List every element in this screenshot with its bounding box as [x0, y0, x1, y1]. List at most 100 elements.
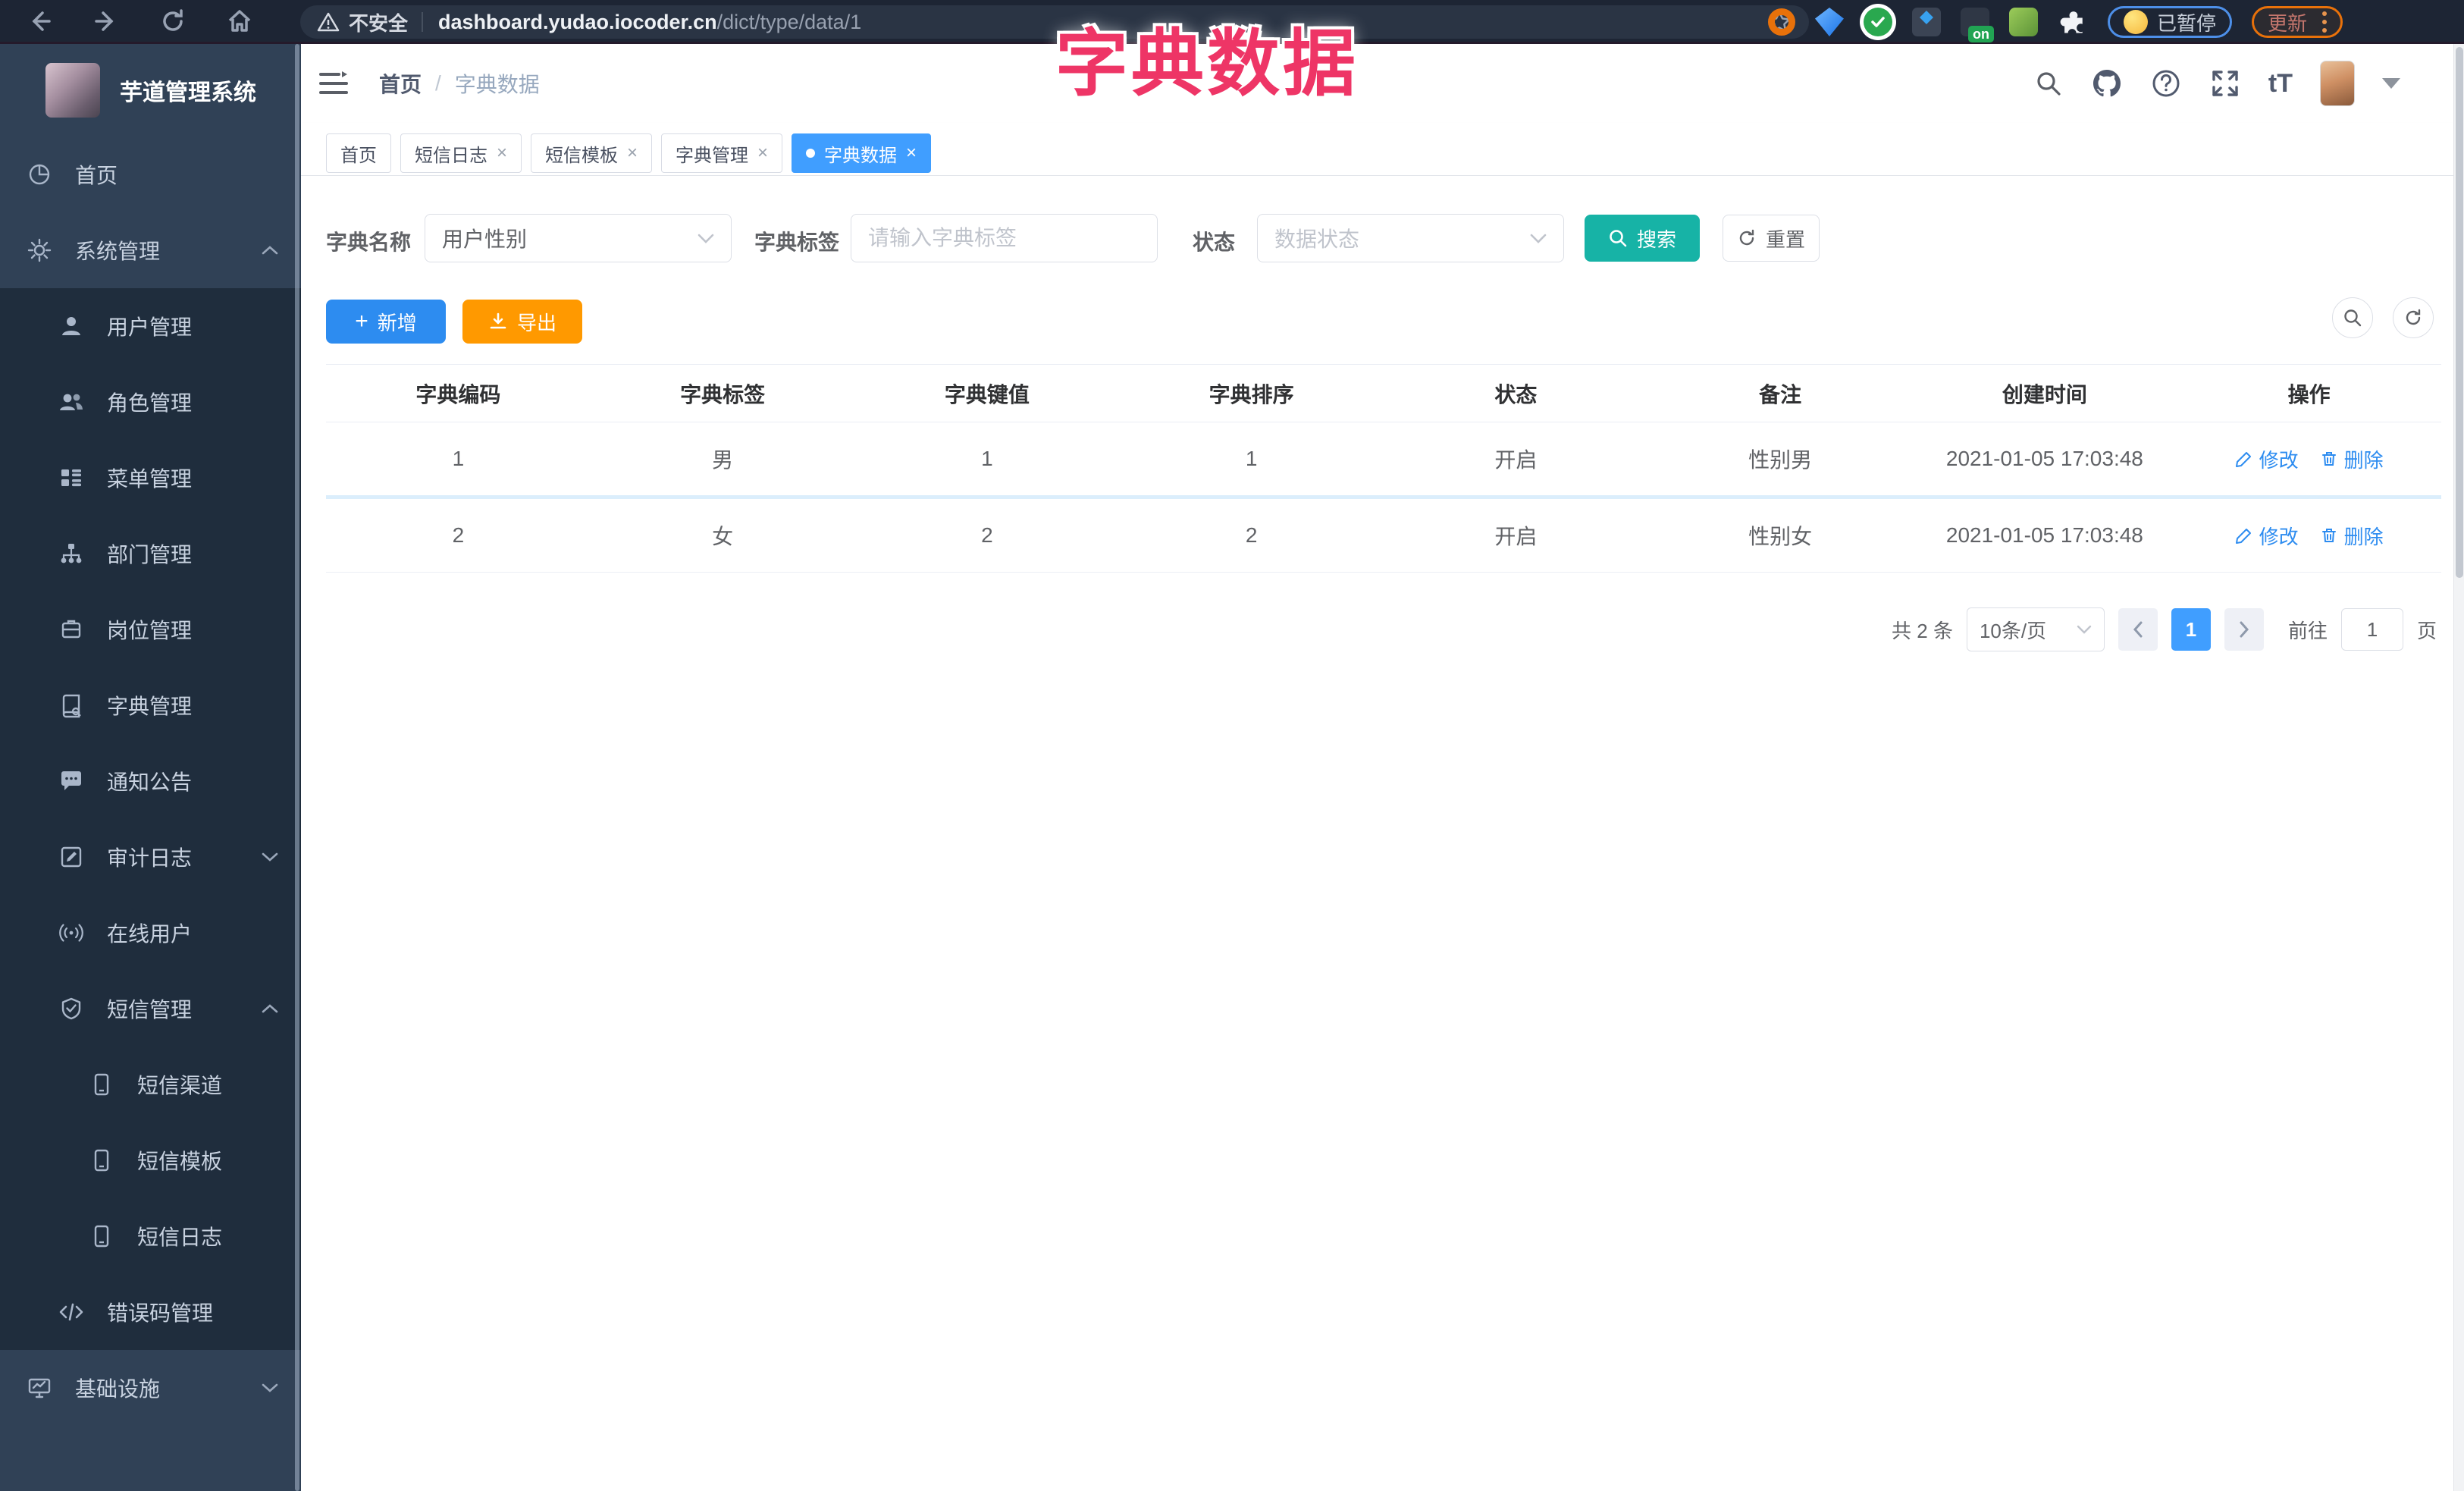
sidebar-item-audit-log[interactable]: 审计日志	[0, 819, 301, 895]
sidebar-item-sms-mgmt[interactable]: 短信管理	[0, 971, 301, 1047]
sidebar-item-sms-template[interactable]: 短信模板	[0, 1122, 301, 1198]
delete-link[interactable]: 删除	[2320, 445, 2384, 473]
breadcrumb: 首页 / 字典数据	[379, 44, 540, 123]
sidebar-item-sms-log[interactable]: 短信日志	[0, 1198, 301, 1274]
caret-down-icon[interactable]	[2382, 78, 2400, 89]
code-icon	[57, 1299, 86, 1325]
sidebar-item-post-mgmt[interactable]: 岗位管理	[0, 592, 301, 667]
dict-tag-input[interactable]	[851, 214, 1158, 262]
edit-link[interactable]: 修改	[2235, 445, 2299, 473]
scrollbar-thumb[interactable]	[2456, 47, 2463, 578]
sidebar-item-system[interactable]: 系统管理	[0, 212, 301, 288]
breadcrumb-home[interactable]: 首页	[379, 68, 422, 99]
sidebar-item-error-code[interactable]: 错误码管理	[0, 1274, 301, 1350]
status-select[interactable]: 数据状态	[1257, 214, 1564, 262]
audit-log-icon	[57, 844, 86, 870]
tab-dict-mgmt[interactable]: 字典管理 ×	[661, 133, 783, 173]
tags-view-bar: 首页 短信日志 × 短信模板 × 字典管理 × 字典数据 ×	[301, 123, 2453, 176]
edit-link[interactable]: 修改	[2235, 522, 2299, 550]
column-header: 字典标签	[680, 382, 766, 406]
refresh-icon	[1737, 228, 1757, 248]
sidebar-item-label: 部门管理	[107, 543, 193, 567]
update-label: 更新	[2267, 11, 2307, 35]
sidebar-item-notice[interactable]: 通知公告	[0, 743, 301, 819]
font-size-icon[interactable]: tT	[2268, 69, 2293, 99]
extension-icon[interactable]	[1767, 8, 1795, 36]
cell-dict-value: 1	[981, 447, 993, 470]
page-scrollbar[interactable]	[2453, 44, 2464, 1491]
extension-icon[interactable]	[1814, 8, 1844, 36]
column-header: 字典编码	[415, 382, 501, 406]
tab-home[interactable]: 首页	[326, 133, 391, 173]
add-button-label: 新增	[377, 311, 417, 334]
sidebar-item-label: 岗位管理	[107, 619, 193, 642]
cell-operations: 修改 删除	[2177, 522, 2441, 550]
toggle-search-button[interactable]	[2332, 297, 2373, 338]
app: 不安全 dashboard.yudao.iocoder.cn/dict/type…	[0, 0, 2464, 1491]
extension-icon[interactable]	[2008, 8, 2038, 36]
home-icon[interactable]	[226, 8, 253, 35]
close-icon[interactable]: ×	[627, 143, 638, 164]
close-icon[interactable]: ×	[497, 143, 507, 164]
page-1-button[interactable]: 1	[2171, 608, 2211, 651]
cell-remark: 性别男	[1748, 448, 1813, 472]
omnibox[interactable]: 不安全 dashboard.yudao.iocoder.cn/dict/type…	[300, 5, 1809, 39]
dict-name-select[interactable]: 用户性别	[425, 214, 732, 262]
dictionary-icon	[57, 692, 86, 718]
next-page-button[interactable]	[2224, 608, 2264, 651]
security-label[interactable]: 不安全	[349, 8, 408, 36]
infra-monitor-icon	[25, 1375, 54, 1401]
hamburger-icon[interactable]	[317, 68, 350, 99]
sidebar-item-dept-mgmt[interactable]: 部门管理	[0, 516, 301, 592]
sidebar-item-online-users[interactable]: 在线用户	[0, 895, 301, 971]
phone-icon	[87, 1147, 116, 1173]
help-icon[interactable]	[2150, 67, 2182, 99]
delete-link[interactable]: 删除	[2320, 522, 2384, 550]
close-icon[interactable]: ×	[757, 143, 768, 164]
edit-label: 修改	[2259, 448, 2299, 472]
sidebar-item-menu-mgmt[interactable]: 菜单管理	[0, 440, 301, 516]
extension-icon[interactable]	[1911, 8, 1941, 36]
user-icon	[57, 313, 86, 339]
column-header: 备注	[1759, 382, 1802, 406]
search-icon[interactable]	[2033, 68, 2064, 99]
sidebar-item-infrastructure[interactable]: 基础设施	[0, 1350, 301, 1426]
sidebar-item-dict-mgmt[interactable]: 字典管理	[0, 667, 301, 743]
extension-icon[interactable]	[1863, 8, 1892, 36]
app-logo-row[interactable]: 芋道管理系统	[0, 44, 301, 137]
sidebar-item-home[interactable]: 首页	[0, 137, 301, 212]
search-button[interactable]: 搜索	[1585, 215, 1700, 262]
profile-paused-pill[interactable]: 已暂停	[2107, 6, 2232, 38]
prev-page-button[interactable]	[2118, 608, 2158, 651]
emoji-avatar	[2123, 10, 2148, 34]
github-icon[interactable]	[2091, 67, 2123, 99]
goto-page-input[interactable]	[2340, 608, 2403, 651]
close-icon[interactable]: ×	[906, 143, 917, 164]
table-row: 1 男 1 1 开启 性别男 2021-01-05 17:03:48 修改 删除	[326, 422, 2441, 495]
page-size-select[interactable]: 10条/页	[1966, 607, 2105, 651]
add-button[interactable]: + 新增	[326, 300, 446, 344]
tab-sms-log[interactable]: 短信日志 ×	[400, 133, 522, 173]
back-icon[interactable]	[26, 8, 53, 35]
sidebar-item-sms-channel[interactable]: 短信渠道	[0, 1047, 301, 1122]
dashboard-icon	[25, 162, 54, 187]
forward-icon[interactable]	[92, 8, 120, 35]
fullscreen-icon[interactable]	[2209, 67, 2241, 99]
refresh-table-button[interactable]	[2393, 297, 2434, 338]
cell-operations: 修改 删除	[2177, 445, 2441, 473]
extension-icon[interactable]: on	[1960, 8, 1994, 42]
sidebar-scrollbar[interactable]	[295, 44, 299, 1491]
sidebar-item-role-mgmt[interactable]: 角色管理	[0, 364, 301, 440]
tab-sms-template[interactable]: 短信模板 ×	[531, 133, 653, 173]
sidebar-item-label: 通知公告	[107, 771, 193, 794]
extensions-puzzle-icon[interactable]	[2058, 7, 2088, 37]
avatar[interactable]	[2320, 61, 2355, 106]
chrome-update-pill[interactable]: 更新	[2251, 6, 2343, 38]
reload-icon[interactable]	[159, 8, 187, 35]
export-button[interactable]: 导出	[462, 300, 582, 344]
browser-menu-icon[interactable]	[2322, 11, 2327, 33]
sidebar-item-user-mgmt[interactable]: 用户管理	[0, 288, 301, 364]
reset-button[interactable]: 重置	[1723, 215, 1820, 262]
goto-label: 前往	[2287, 619, 2328, 642]
tab-dict-data[interactable]: 字典数据 ×	[792, 133, 932, 173]
